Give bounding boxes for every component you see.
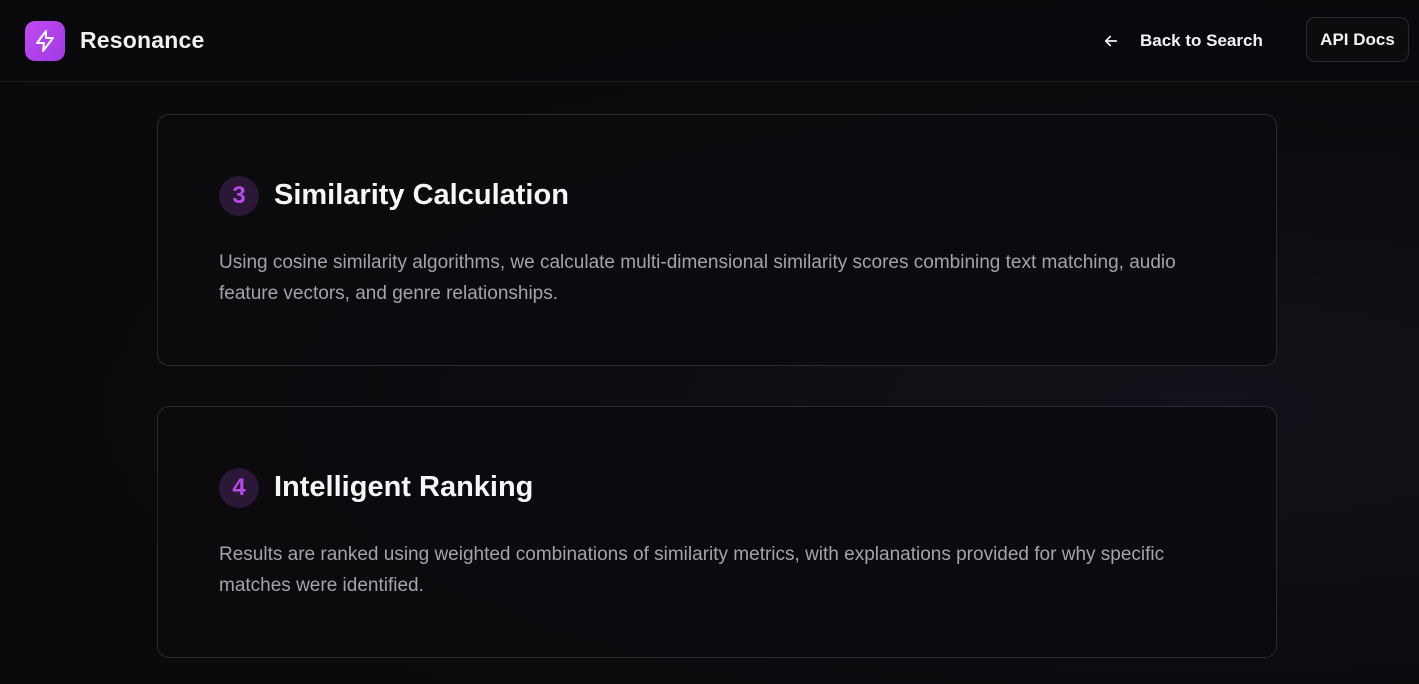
top-nav-bar: Resonance Back to Search API Docs	[0, 0, 1419, 82]
brand-name[interactable]: Resonance	[80, 27, 205, 54]
step-description: Using cosine similarity algorithms, we c…	[219, 252, 1176, 304]
step-number-badge: 3	[219, 176, 259, 216]
api-docs-button[interactable]: API Docs	[1306, 17, 1409, 62]
back-to-search-link[interactable]: Back to Search	[1102, 22, 1263, 60]
step-title: Intelligent Ranking	[274, 471, 534, 503]
logo-badge[interactable]	[25, 21, 65, 61]
arrow-left-icon	[1104, 35, 1118, 47]
step-title: Similarity Calculation	[274, 179, 569, 211]
step-number-badge: 4	[219, 468, 259, 508]
step-card-similarity: 3 Similarity Calculation Using cosine si…	[157, 114, 1277, 366]
step-description: Results are ranked using weighted combin…	[219, 544, 1165, 596]
back-to-search-label: Back to Search	[1140, 31, 1263, 50]
lightning-bolt-icon	[36, 30, 54, 52]
step-card-ranking: 4 Intelligent Ranking Results are ranked…	[157, 406, 1277, 658]
